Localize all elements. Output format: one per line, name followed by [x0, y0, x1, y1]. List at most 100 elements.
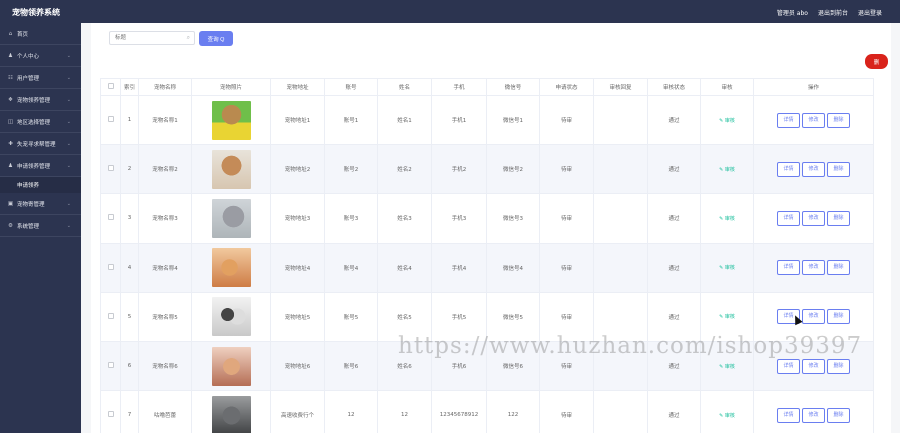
delete-button[interactable]: 删除	[827, 112, 850, 128]
audit-link[interactable]: ✎ 审核	[719, 118, 735, 124]
operations-cell: 详情 修改 删除	[753, 193, 874, 244]
paw-icon: ❖	[8, 96, 13, 103]
sidebar-subitem-apply[interactable]: 申请领养	[0, 177, 81, 193]
cell-status: 通过	[647, 94, 701, 146]
audit-label: 审核	[724, 117, 735, 124]
sidebar-item-label: 申请领养管理	[17, 163, 51, 170]
edit-button[interactable]: 修改	[802, 112, 825, 128]
audit-link[interactable]: ✎ 审核	[719, 314, 735, 320]
row-checkbox[interactable]	[107, 362, 114, 369]
cell-realname: 12	[377, 390, 432, 433]
cell-apply: 待审	[539, 340, 594, 392]
row-checkbox[interactable]	[107, 116, 114, 123]
audit-cell: ✎ 审核	[700, 291, 754, 342]
audit-link[interactable]: ✎ 审核	[719, 364, 735, 370]
sidebar-item-3[interactable]: ❖ 宠物领养管理 ⌄	[0, 89, 81, 111]
audit-link[interactable]: ✎ 审核	[719, 167, 735, 173]
detail-button[interactable]: 详情	[777, 358, 800, 374]
delete-button[interactable]: 删除	[827, 407, 850, 423]
edit-button[interactable]: 修改	[802, 358, 825, 374]
audit-label: 审核	[724, 265, 735, 272]
cell-wechat: 微信号5	[486, 291, 540, 342]
column-header: 审核	[700, 78, 754, 96]
cell-account: 账号5	[324, 291, 378, 342]
column-header: 宠物地址	[270, 78, 325, 96]
cell-name: 宠物名称2	[138, 144, 192, 195]
sidebar-item-1[interactable]: ♟ 个人中心 ⌄	[0, 45, 81, 67]
detail-button[interactable]: 详情	[777, 161, 800, 177]
map-icon: ◫	[7, 118, 14, 125]
detail-button[interactable]: 详情	[777, 210, 800, 226]
operations-cell: 详情 修改 删除	[753, 144, 874, 195]
edit-button[interactable]: 修改	[802, 161, 825, 177]
audit-link[interactable]: ✎ 审核	[719, 216, 735, 222]
sidebar-item-4[interactable]: ◫ 地区选择管理 ⌄	[0, 111, 81, 133]
delete-button[interactable]: 删除	[827, 358, 850, 374]
sidebar-item-label: 失宠寻求帮管理	[17, 141, 56, 148]
detail-button[interactable]: 详情	[777, 260, 800, 276]
cell-name: 宠物名称5	[138, 291, 192, 342]
search-input[interactable]	[110, 32, 180, 44]
sidebar-item-8[interactable]: ⚙ 系统管理 ⌄	[0, 215, 81, 237]
batch-delete-button[interactable]: 删	[865, 54, 888, 69]
table-row: 1 宠物名称1 宠物地址1 账号1 姓名1 手机1 微信号1 待审 通过 ✎ 审核 详情 修改 删除	[100, 94, 874, 146]
edit-button[interactable]: 修改	[802, 407, 825, 423]
sidebar: ⌂ 首页 ♟ 个人中心 ⌄ ☷ 用户管理 ⌄ ❖ 宠物领养管理 ⌄ ◫ 地区选择管理 ⌄ ✚ 失宠寻求帮管理 ⌄…	[0, 23, 81, 433]
cell-reply	[593, 291, 648, 342]
sidebar-item-label: 系统管理	[17, 223, 40, 230]
edit-button[interactable]: 修改	[802, 309, 825, 325]
select-all-checkbox[interactable]	[100, 78, 121, 96]
pet-photo	[211, 198, 251, 238]
audit-cell: ✎ 审核	[700, 242, 754, 293]
column-header: 申请状态	[539, 78, 594, 96]
audit-label: 审核	[724, 314, 735, 321]
edit-button[interactable]: 修改	[802, 210, 825, 226]
sidebar-item-2[interactable]: ☷ 用户管理 ⌄	[0, 67, 81, 89]
delete-button[interactable]: 删除	[827, 161, 850, 177]
search-box[interactable]: ⌕	[109, 31, 195, 45]
row-checkbox[interactable]	[107, 411, 114, 418]
audit-link[interactable]: ✎ 审核	[719, 413, 735, 419]
sidebar-item-7[interactable]: ▣ 宠物寄管理 ⌄	[0, 193, 81, 215]
row-checkbox[interactable]	[107, 312, 114, 319]
cell-status: 通过	[647, 144, 701, 195]
logout-link[interactable]: 退出登录	[858, 8, 882, 17]
user-icon: ♟	[8, 52, 13, 59]
detail-button[interactable]: 详情	[777, 407, 800, 423]
cell-index: 7	[120, 390, 139, 433]
cell-reply	[593, 390, 648, 433]
delete-button[interactable]: 删除	[827, 210, 850, 226]
cell-account: 账号6	[324, 340, 378, 392]
row-checkbox[interactable]	[107, 263, 114, 270]
cell-index: 6	[120, 340, 139, 392]
search-button[interactable]: 查询 Q	[199, 31, 233, 46]
pet-photo-cell	[191, 390, 271, 433]
pet-photo-cell	[191, 340, 271, 392]
edit-button[interactable]: 修改	[802, 260, 825, 276]
sidebar-item-label: 个人中心	[17, 53, 40, 60]
cell-phone: 手机3	[431, 193, 487, 244]
delete-button[interactable]: 删除	[827, 260, 850, 276]
pet-photo	[211, 248, 251, 288]
column-header: 姓名	[377, 78, 432, 96]
row-checkbox[interactable]	[107, 214, 114, 221]
cell-account: 账号2	[324, 144, 378, 195]
exit-to-frontend-link[interactable]: 退出到前台	[818, 8, 848, 17]
pet-photo	[211, 395, 251, 433]
cell-addr: 宠物地址2	[270, 144, 325, 195]
row-select-cell	[100, 94, 121, 146]
sidebar-item-0[interactable]: ⌂ 首页	[0, 23, 81, 45]
apply-icon: ♟	[8, 162, 13, 169]
chevron-down-icon: ⌄	[66, 163, 71, 169]
sidebar-item-5[interactable]: ✚ 失宠寻求帮管理 ⌄	[0, 133, 81, 155]
checkbox-icon[interactable]	[107, 83, 114, 89]
audit-link[interactable]: ✎ 审核	[719, 265, 735, 271]
row-checkbox[interactable]	[107, 165, 114, 172]
sidebar-item-6[interactable]: ♟ 申请领养管理 ⌄	[0, 155, 81, 177]
cell-account: 12	[324, 390, 378, 433]
delete-button[interactable]: 删除	[827, 309, 850, 325]
cell-wechat: 122	[486, 390, 540, 433]
cell-account: 账号1	[324, 94, 378, 146]
detail-button[interactable]: 详情	[777, 112, 800, 128]
cell-wechat: 微信号4	[486, 242, 540, 293]
